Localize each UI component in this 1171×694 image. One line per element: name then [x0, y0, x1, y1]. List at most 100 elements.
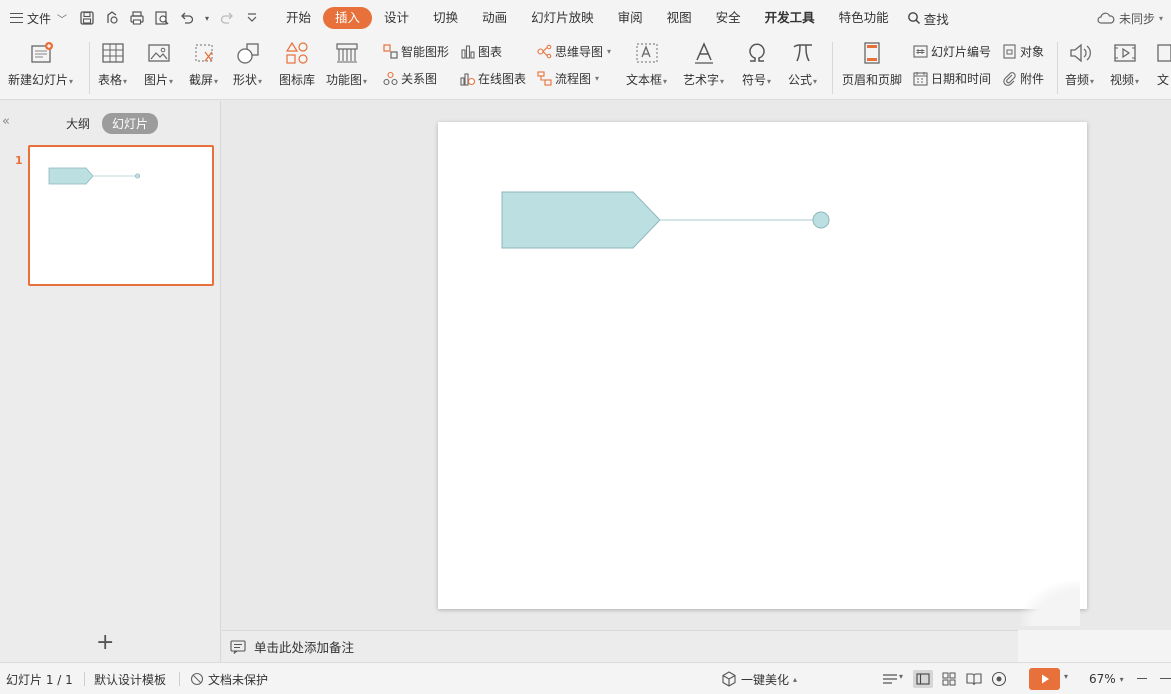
reading-view-icon[interactable] — [964, 670, 984, 688]
slideshow-dropdown-icon[interactable]: ▾ — [1064, 672, 1068, 681]
attachment-button[interactable]: 附件 — [1002, 70, 1044, 87]
slide-content — [501, 191, 830, 249]
notes-toggle-icon[interactable] — [880, 670, 900, 688]
symbol-button[interactable]: 符号▾ — [742, 40, 771, 88]
tab-view[interactable]: 视图 — [655, 7, 704, 29]
search-button[interactable]: 查找 — [907, 9, 949, 28]
picture-label: 图片 — [144, 73, 169, 87]
formula-button[interactable]: 公式▾ — [788, 40, 817, 88]
undo-icon[interactable] — [179, 10, 195, 26]
cloud-icon — [1097, 12, 1115, 24]
header-footer-button[interactable]: 页眉和页脚 — [842, 40, 902, 88]
search-icon — [907, 12, 920, 25]
formula-label: 公式 — [788, 73, 813, 87]
slide-sorter-icon[interactable] — [939, 670, 959, 688]
normal-view-icon[interactable] — [913, 670, 933, 688]
outline-tab[interactable]: 大纲 — [56, 113, 100, 134]
notes-icon — [230, 639, 246, 654]
picture-button[interactable]: 图片▾ — [144, 40, 173, 88]
slides-tab[interactable]: 幻灯片 — [102, 113, 159, 134]
smart-shape-button[interactable]: 智能图形 — [383, 43, 449, 60]
redo-icon[interactable] — [219, 10, 235, 26]
notes-right-area — [1018, 630, 1171, 662]
print-preview-icon[interactable] — [154, 10, 170, 26]
unprotected-icon — [190, 672, 204, 686]
function-chart-label: 功能图 — [326, 73, 363, 87]
shape-button[interactable]: 形状▾ — [233, 40, 262, 88]
file-menu[interactable]: 文件 ﹀ — [0, 0, 73, 36]
protection-status[interactable]: 文档未保护 — [190, 663, 268, 694]
print-icon[interactable] — [129, 10, 145, 26]
slide-number-button[interactable]: 幻灯片编号 — [913, 43, 991, 60]
table-icon — [100, 40, 126, 66]
quick-access-toolbar: ▾ — [73, 0, 260, 36]
audio-label: 音频 — [1065, 73, 1090, 87]
zoom-slider[interactable] — [1160, 678, 1171, 680]
tab-insert[interactable]: 插入 — [323, 7, 373, 29]
textbox-button[interactable]: 文本框▾ — [626, 40, 667, 88]
chevron-down-icon[interactable]: ▾ — [899, 672, 903, 681]
smart-shape-icon — [383, 44, 398, 59]
tab-security[interactable]: 安全 — [704, 7, 753, 29]
ribbon-tabs: 开始 插入 设计 切换 动画 幻灯片放映 审阅 视图 安全 开发工具 特色功能 … — [274, 0, 949, 36]
wordart-button[interactable]: 艺术字▾ — [683, 40, 724, 88]
video-icon — [1112, 40, 1138, 66]
connector-end-circle — [812, 211, 830, 229]
pentagon-arrow-shape — [501, 191, 661, 249]
file-menu-label: 文件 — [27, 11, 52, 26]
object-icon — [1003, 44, 1016, 59]
zoom-value: 67% — [1089, 672, 1116, 686]
beautify-button[interactable]: 一键美化 ▴ — [721, 663, 797, 694]
screenshot-label: 截屏 — [189, 73, 214, 87]
customize-toolbar-icon[interactable] — [244, 10, 260, 26]
flowchart-button[interactable]: 流程图 ▾ — [537, 70, 599, 87]
undo-dropdown-icon[interactable]: ▾ — [204, 10, 210, 26]
tab-slideshow[interactable]: 幻灯片放映 — [519, 7, 606, 29]
zoom-out-icon[interactable] — [1137, 678, 1147, 680]
design-template[interactable]: 默认设计模板 — [94, 663, 166, 694]
add-slide-icon[interactable]: + — [96, 632, 114, 654]
slide-number-icon — [913, 45, 928, 58]
table-button[interactable]: 表格▾ — [98, 40, 127, 88]
text-more-button[interactable]: 文 — [1155, 40, 1171, 88]
mindmap-button[interactable]: 思维导图 ▾ — [537, 43, 611, 60]
export-icon[interactable] — [104, 10, 120, 26]
collapse-panel-icon[interactable]: « — [2, 114, 10, 129]
notes-pane[interactable]: 单击此处添加备注 — [222, 630, 1018, 662]
screenshot-button[interactable]: 截屏▾ — [189, 40, 218, 88]
chevron-down-icon: ▾ — [1158, 13, 1163, 23]
save-icon[interactable] — [79, 10, 95, 26]
icon-library-button[interactable]: 图标库 — [279, 40, 315, 88]
object-button[interactable]: 对象 — [1002, 43, 1044, 60]
search-label: 查找 — [923, 11, 949, 27]
online-chart-button[interactable]: 在线图表 — [460, 70, 526, 87]
record-icon[interactable] — [989, 670, 1009, 688]
function-chart-button[interactable]: 功能图▾ — [326, 40, 367, 88]
tab-design[interactable]: 设计 — [372, 7, 421, 29]
textbox-label: 文本框 — [626, 73, 663, 87]
online-chart-icon — [460, 73, 475, 86]
chevron-up-icon: ▴ — [793, 674, 798, 684]
tab-home[interactable]: 开始 — [274, 7, 323, 29]
beautify-label: 一键美化 — [741, 672, 790, 687]
slide-1[interactable] — [438, 122, 1087, 609]
start-slideshow-button[interactable] — [1029, 668, 1060, 690]
mindmap-label: 思维导图 — [555, 45, 604, 59]
audio-button[interactable]: 音频▾ — [1065, 40, 1094, 88]
sync-status[interactable]: 未同步 ▾ — [1097, 0, 1163, 36]
zoom-level[interactable]: 67% ▾ — [1089, 663, 1124, 694]
tab-special-features[interactable]: 特色功能 — [827, 7, 901, 29]
relation-chart-button[interactable]: 关系图 — [383, 70, 437, 87]
chart-button[interactable]: 图表 — [460, 43, 502, 60]
tab-developer[interactable]: 开发工具 — [753, 7, 827, 29]
new-slide-button[interactable]: 新建幻灯片▾ — [8, 40, 73, 88]
tab-review[interactable]: 审阅 — [606, 7, 655, 29]
slide-thumbnail[interactable] — [28, 145, 214, 286]
flowchart-icon — [537, 71, 552, 86]
tab-transitions[interactable]: 切换 — [421, 7, 470, 29]
corner-watermark — [1020, 581, 1080, 626]
date-time-button[interactable]: 日期和时间 — [913, 70, 991, 87]
icon-library-icon — [284, 40, 310, 66]
video-button[interactable]: 视频▾ — [1110, 40, 1139, 88]
tab-animations[interactable]: 动画 — [470, 7, 519, 29]
